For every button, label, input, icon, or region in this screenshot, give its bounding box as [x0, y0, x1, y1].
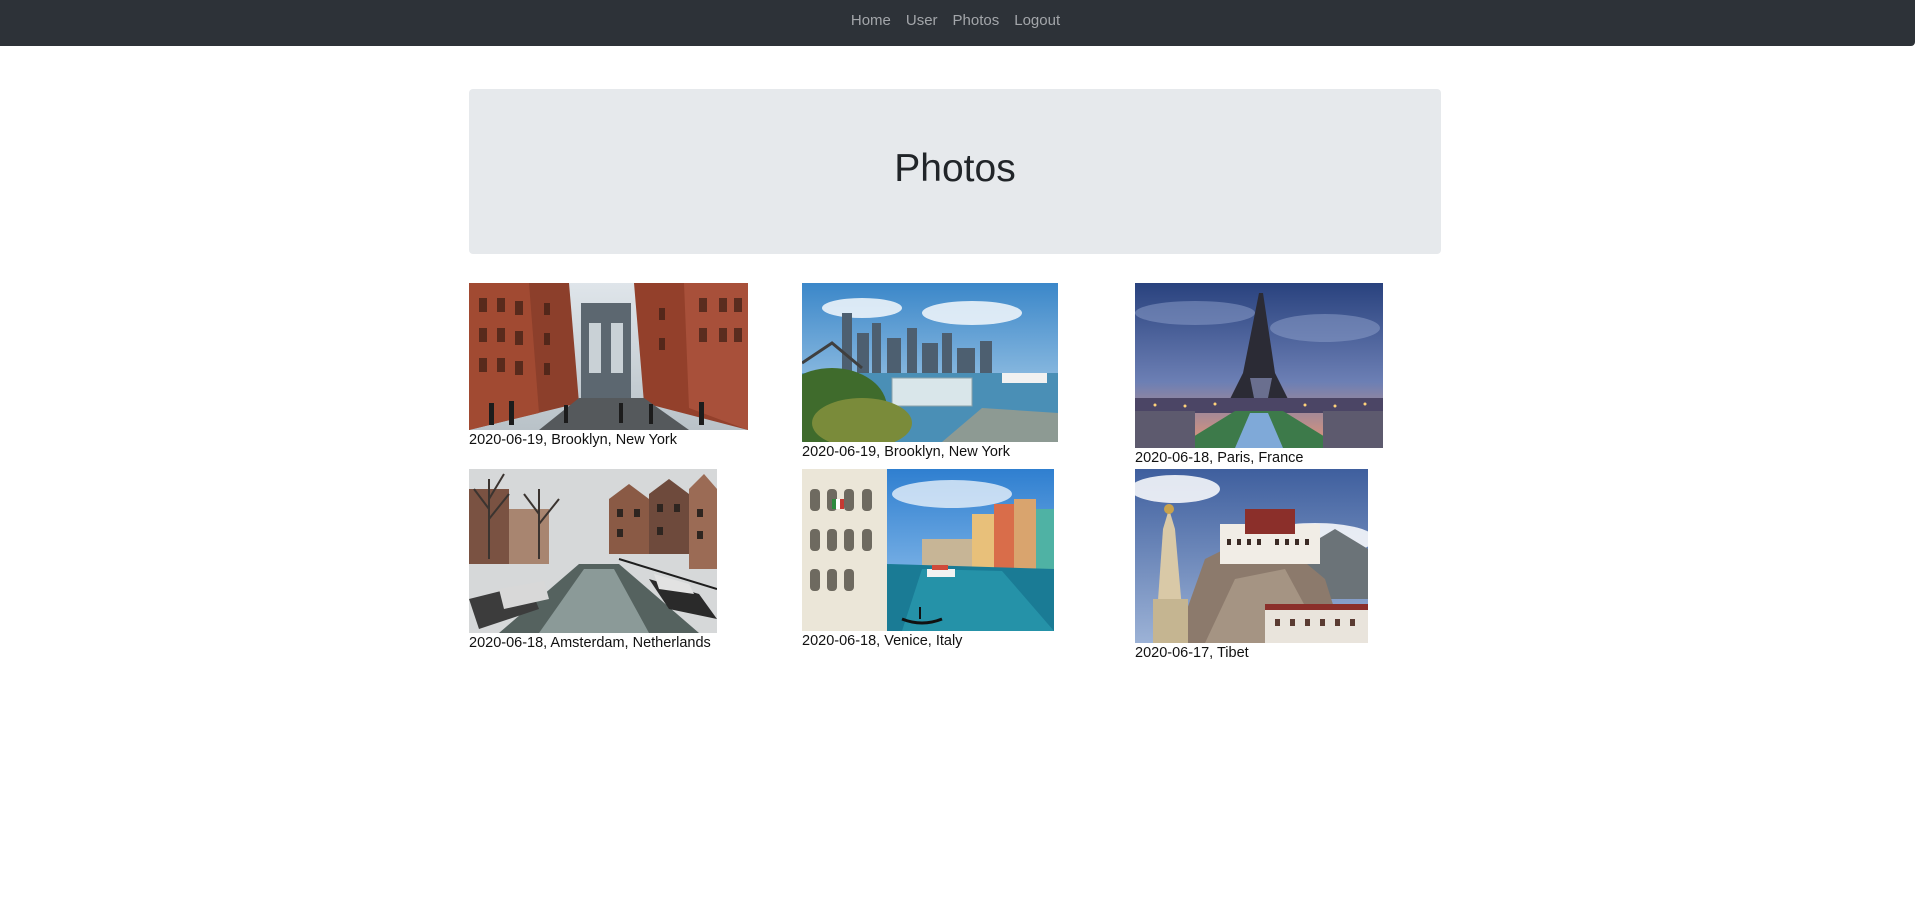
photo-paris[interactable] [1135, 283, 1383, 448]
photo-tibet[interactable] [1135, 469, 1368, 643]
nav-link-home[interactable]: Home [851, 12, 891, 29]
photo-caption: 2020-06-18, Paris, France [1135, 450, 1304, 466]
photo-brooklyn-street[interactable] [469, 283, 748, 430]
top-navbar: Home User Photos Logout [0, 0, 1915, 46]
photo-caption: 2020-06-18, Venice, Italy [802, 633, 963, 649]
photo-card: 2020-06-18, Amsterdam, Netherlands [469, 469, 717, 651]
photo-caption: 2020-06-17, Tibet [1135, 645, 1249, 661]
nav-link-user[interactable]: User [906, 12, 938, 29]
photo-amsterdam[interactable] [469, 469, 717, 633]
photo-card: 2020-06-19, Brooklyn, New York [802, 283, 1058, 460]
photo-card: 2020-06-19, Brooklyn, New York [469, 283, 748, 448]
photo-card: 2020-06-17, Tibet [1135, 469, 1368, 661]
photo-caption: 2020-06-19, Brooklyn, New York [802, 444, 1010, 460]
photo-card: 2020-06-18, Paris, France [1135, 283, 1383, 466]
photo-caption: 2020-06-19, Brooklyn, New York [469, 432, 677, 448]
nav-link-photos[interactable]: Photos [953, 12, 1000, 29]
photo-caption: 2020-06-18, Amsterdam, Netherlands [469, 635, 711, 651]
page-title: Photos [894, 147, 1016, 190]
photo-brooklyn-skyline[interactable] [802, 283, 1058, 442]
photo-venice[interactable] [802, 469, 1054, 631]
nav-link-logout[interactable]: Logout [1014, 12, 1060, 29]
photo-card: 2020-06-18, Venice, Italy [802, 469, 1054, 649]
page-header: Photos [469, 89, 1441, 254]
nav-links: Home User Photos Logout [851, 12, 1060, 29]
